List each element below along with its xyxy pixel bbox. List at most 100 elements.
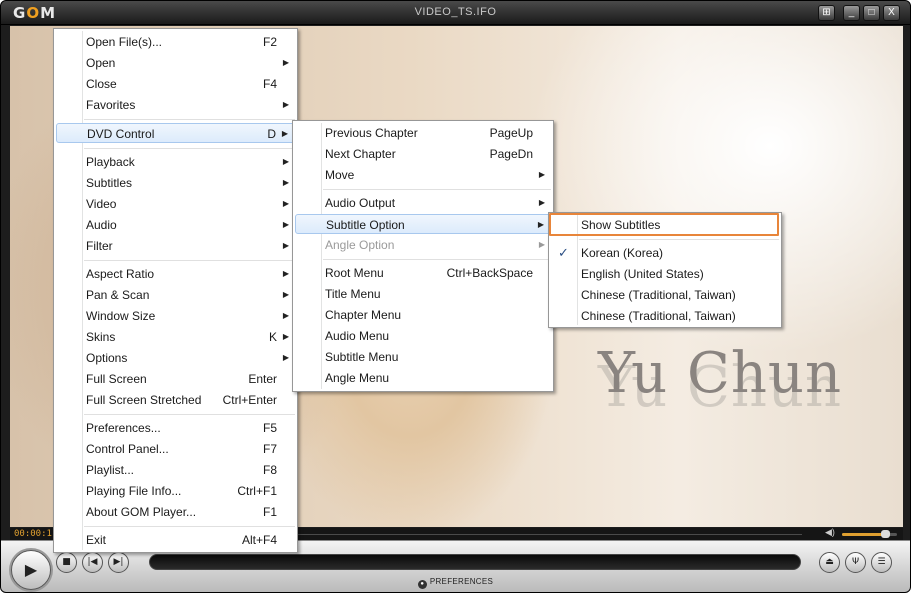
- equalizer-button[interactable]: Ψ: [845, 552, 866, 573]
- minimize-button[interactable]: _: [843, 5, 860, 21]
- submenu-arrow-icon: ▶: [282, 220, 289, 229]
- main-menu-item-full-screen[interactable]: Full Screen Enter: [56, 369, 295, 389]
- main-menu-item-pan-scan[interactable]: Pan & Scan ▶: [56, 285, 295, 305]
- menu-item-label: Angle Option: [325, 238, 395, 252]
- submenu-arrow-icon: ▶: [282, 290, 289, 299]
- dvd-menu-item-next-chapter[interactable]: Next Chapter PageDn: [295, 144, 551, 164]
- main-menu-item-subtitles[interactable]: Subtitles ▶: [56, 173, 295, 193]
- volume-knob[interactable]: [881, 530, 890, 538]
- volume-slider[interactable]: [842, 530, 897, 538]
- main-menu-item-audio[interactable]: Audio ▶: [56, 215, 295, 235]
- menu-item-label: Show Subtitles: [581, 218, 661, 232]
- main-menu-item-open[interactable]: Open ▶: [56, 53, 295, 73]
- speaker-icon[interactable]: ◀): [825, 527, 835, 538]
- menu-item-label: Next Chapter: [325, 147, 396, 161]
- main-menu-item-preferences[interactable]: Preferences... F5: [56, 418, 295, 438]
- menu-item-label: Title Menu: [325, 287, 381, 301]
- subtitle-menu-item-korean-korea[interactable]: ✓ Korean (Korea): [551, 243, 779, 263]
- dvd-menu-item-title-menu[interactable]: Title Menu: [295, 284, 551, 304]
- menu-separator: [84, 414, 295, 415]
- menu-item-shortcut: F4: [262, 77, 277, 91]
- subtitle-menu-item-english-united-states[interactable]: English (United States): [551, 264, 779, 284]
- menu-item-shortcut: F1: [262, 505, 277, 519]
- menu-item-label: Playlist...: [86, 463, 135, 477]
- menu-item-shortcut: Enter: [248, 372, 277, 386]
- stop-button[interactable]: ■: [56, 552, 77, 573]
- checkmark-icon: ✓: [558, 245, 569, 260]
- close-button[interactable]: X: [883, 5, 900, 21]
- main-menu-item-favorites[interactable]: Favorites ▶: [56, 95, 295, 115]
- skin-mode-button[interactable]: ⊞: [818, 5, 835, 21]
- menu-item-shortcut: PageUp: [489, 126, 533, 140]
- next-button[interactable]: ▶|: [108, 552, 129, 573]
- menu-item-label: Chapter Menu: [325, 308, 402, 322]
- menu-item-label: Skins: [86, 330, 116, 344]
- menu-separator: [323, 259, 551, 260]
- subtitle-menu-item-chinese-traditional-taiwan[interactable]: Chinese (Traditional, Taiwan): [551, 285, 779, 305]
- menu-item-label: Audio Menu: [325, 329, 390, 343]
- main-menu-item-open-file-s[interactable]: Open File(s)... F2: [56, 32, 295, 52]
- main-menu-item-filter[interactable]: Filter ▶: [56, 236, 295, 256]
- dvd-menu-item-subtitle-option[interactable]: Subtitle Option ▶: [295, 214, 551, 234]
- previous-button[interactable]: |◀: [82, 552, 103, 573]
- submenu-arrow-icon: ▶: [537, 220, 544, 229]
- preferences-icon: ●: [417, 580, 427, 589]
- main-menu-item-playing-file-info[interactable]: Playing File Info... Ctrl+F1: [56, 481, 295, 501]
- menu-item-label: Pan & Scan: [86, 288, 150, 302]
- dvd-menu-item-angle-menu[interactable]: Angle Menu: [295, 368, 551, 388]
- dvd-menu-item-move[interactable]: Move ▶: [295, 165, 551, 185]
- menu-item-label: Korean (Korea): [581, 246, 664, 260]
- menu-item-label: Move: [325, 168, 355, 182]
- menu-item-shortcut: Ctrl+BackSpace: [446, 266, 533, 280]
- main-menu-item-options[interactable]: Options ▶: [56, 348, 295, 368]
- title-bar[interactable]: GOM VIDEO_TS.IFO ⊞ _ □ X: [1, 1, 910, 25]
- menu-item-label: DVD Control: [87, 127, 155, 141]
- context-menu: Open File(s)... F2 Open ▶ Close F4 Favorites ▶ D…: [53, 28, 298, 553]
- main-menu-item-close[interactable]: Close F4: [56, 74, 295, 94]
- subtitle-menu-item-chinese-traditional-taiwan[interactable]: Chinese (Traditional, Taiwan): [551, 306, 779, 326]
- eject-button[interactable]: ⏏: [819, 552, 840, 573]
- menu-item-label: Root Menu: [325, 266, 384, 280]
- subtitle-menu-item-show-subtitles[interactable]: Show Subtitles: [551, 215, 779, 235]
- dvd-menu-item-chapter-menu[interactable]: Chapter Menu: [295, 305, 551, 325]
- submenu-arrow-icon: ▶: [538, 240, 545, 249]
- main-menu-item-playback[interactable]: Playback ▶: [56, 152, 295, 172]
- submenu-arrow-icon: ▶: [282, 241, 289, 250]
- dvd-menu-item-subtitle-menu[interactable]: Subtitle Menu: [295, 347, 551, 367]
- main-menu-item-control-panel[interactable]: Control Panel... F7: [56, 439, 295, 459]
- menu-item-shortcut: PageDn: [489, 147, 533, 161]
- menu-item-label: Subtitles: [86, 176, 133, 190]
- submenu-arrow-icon: ▶: [282, 58, 289, 67]
- main-menu-item-full-screen-stretched[interactable]: Full Screen Stretched Ctrl+Enter: [56, 390, 295, 410]
- submenu-arrow-icon: ▶: [282, 353, 289, 362]
- menu-item-label: Filter: [86, 239, 113, 253]
- menu-item-label: Playback: [86, 155, 135, 169]
- submenu-arrow-icon: ▶: [282, 178, 289, 187]
- main-menu-item-window-size[interactable]: Window Size ▶: [56, 306, 295, 326]
- main-menu-item-skins[interactable]: Skins K ▶: [56, 327, 295, 347]
- dvd-menu-item-audio-menu[interactable]: Audio Menu: [295, 326, 551, 346]
- seek-bar[interactable]: [149, 554, 801, 570]
- main-menu-item-about-gom-player[interactable]: About GOM Player... F1: [56, 502, 295, 522]
- main-menu-item-aspect-ratio[interactable]: Aspect Ratio ▶: [56, 264, 295, 284]
- main-menu-item-dvd-control[interactable]: DVD Control D ▶: [56, 123, 295, 143]
- main-menu-item-playlist[interactable]: Playlist... F8: [56, 460, 295, 480]
- menu-item-label: English (United States): [581, 267, 704, 281]
- preferences-link[interactable]: ● PREFERENCES: [1, 577, 910, 589]
- menu-item-label: Open: [86, 56, 116, 70]
- main-menu-item-exit[interactable]: Exit Alt+F4: [56, 530, 295, 550]
- submenu-arrow-icon: ▶: [538, 170, 545, 179]
- preferences-label: PREFERENCES: [429, 577, 494, 586]
- menu-item-shortcut: F2: [262, 35, 277, 49]
- maximize-button[interactable]: □: [863, 5, 880, 21]
- dvd-menu-item-root-menu[interactable]: Root Menu Ctrl+BackSpace: [295, 263, 551, 283]
- playlist-button[interactable]: ☰: [871, 552, 892, 573]
- submenu-arrow-icon: ▶: [282, 199, 289, 208]
- menu-item-label: Playing File Info...: [86, 484, 182, 498]
- menu-item-label: Window Size: [86, 309, 156, 323]
- main-menu-item-video[interactable]: Video ▶: [56, 194, 295, 214]
- menu-item-label: Video: [86, 197, 117, 211]
- dvd-menu-item-previous-chapter[interactable]: Previous Chapter PageUp: [295, 123, 551, 143]
- submenu-arrow-icon: ▶: [538, 198, 545, 207]
- dvd-menu-item-audio-output[interactable]: Audio Output ▶: [295, 193, 551, 213]
